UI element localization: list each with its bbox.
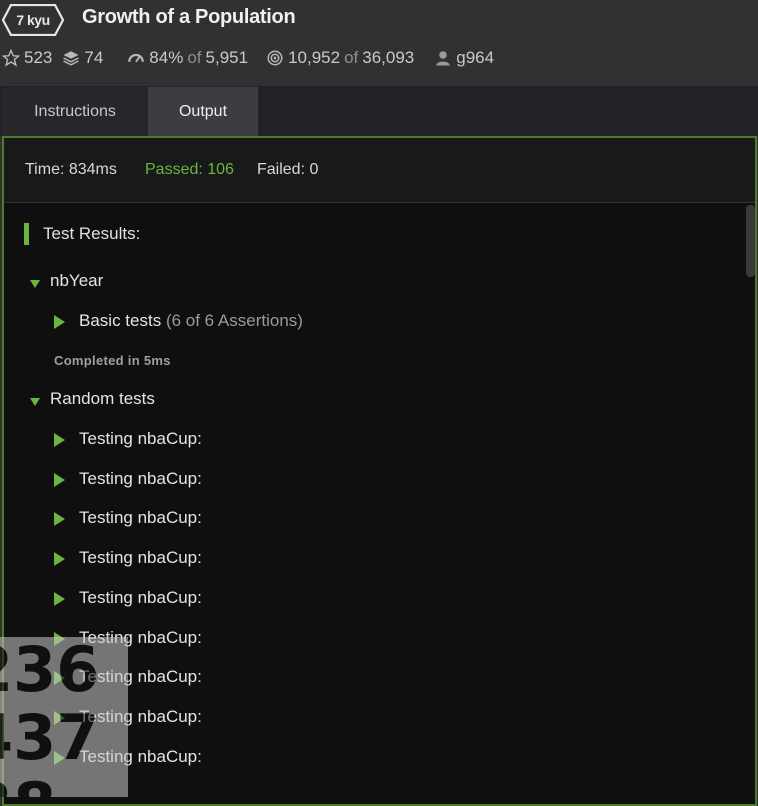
test-summary: Time: 834ms Passed: 106 Failed: 0 [4, 138, 755, 203]
gauge-icon [128, 53, 145, 63]
collapsed-triangle-icon[interactable] [54, 315, 65, 329]
satisfaction-of: of [187, 48, 202, 67]
overlay-digits: 236 [0, 637, 100, 706]
stars-stat[interactable]: 523 [0, 48, 52, 68]
it-testing[interactable]: Testing nbaCup: [79, 429, 202, 449]
satisfaction-percent: 84% [149, 48, 184, 67]
kata-stats: 523 74 84% of 5,951 10,952 of 36,093 g96… [0, 46, 494, 70]
it-basic-tests[interactable]: Basic tests (6 of 6 Assertions) [79, 311, 303, 331]
attempts-count: 36,093 [362, 48, 415, 67]
votes-count: 5,951 [205, 48, 249, 67]
kata-header: 7 kyu Growth of a Population 523 74 84% … [0, 0, 758, 86]
scrollbar-thumb[interactable] [746, 205, 755, 277]
collapsed-triangle-icon[interactable] [54, 592, 65, 606]
it-testing[interactable]: Testing nbaCup: [79, 469, 202, 489]
author-name: g964 [456, 48, 495, 67]
describe-random-tests[interactable]: Random tests [50, 389, 155, 409]
results-heading: Test Results: [24, 223, 140, 245]
layers-icon [63, 51, 80, 66]
expanded-triangle-icon[interactable] [30, 398, 40, 406]
passed-label: Passed: 106 [145, 161, 234, 178]
overlay-digits: 38 [0, 775, 56, 798]
it-testing[interactable]: Testing nbaCup: [79, 588, 202, 608]
collapsed-triangle-icon[interactable] [54, 552, 65, 566]
star-icon [2, 49, 20, 67]
collapsed-triangle-icon[interactable] [54, 512, 65, 526]
completed-time: Completed in 5ms [54, 353, 171, 368]
describe-nbyear[interactable]: nbYear [50, 271, 103, 291]
time-label: Time: 834ms [25, 161, 117, 178]
collapsed-triangle-icon[interactable] [54, 433, 65, 447]
satisfaction-stat: 84% of 5,951 [127, 48, 248, 68]
target-icon [267, 50, 283, 66]
collections-count: 74 [84, 48, 104, 67]
stars-count: 523 [24, 48, 53, 67]
completed-stat: 10,952 of 36,093 [266, 48, 414, 68]
it-testing[interactable]: Testing nbaCup: [79, 548, 202, 568]
expanded-triangle-icon[interactable] [30, 280, 40, 288]
tab-instructions[interactable]: Instructions [2, 87, 148, 136]
kata-title[interactable]: Growth of a Population [82, 6, 296, 29]
tab-bar: Instructions Output [0, 86, 758, 136]
collections-stat[interactable]: 74 [62, 48, 103, 68]
author-stat[interactable]: g964 [434, 48, 494, 68]
failed-label: Failed: 0 [257, 161, 319, 178]
it-label: Basic tests [79, 311, 162, 330]
assertions-count: (6 of 6 Assertions) [165, 311, 303, 330]
digit-overlay-widget: 236 437 38 [0, 637, 128, 797]
rank-label: 7 kyu [16, 12, 50, 28]
collapsed-triangle-icon[interactable] [54, 473, 65, 487]
user-icon [436, 51, 450, 66]
completed-count: 10,952 [288, 48, 341, 67]
it-testing[interactable]: Testing nbaCup: [79, 508, 202, 528]
rank-badge: 7 kyu [2, 4, 64, 36]
overlay-digits: 437 [0, 701, 100, 774]
completed-of: of [344, 48, 359, 67]
tab-output[interactable]: Output [148, 87, 258, 136]
